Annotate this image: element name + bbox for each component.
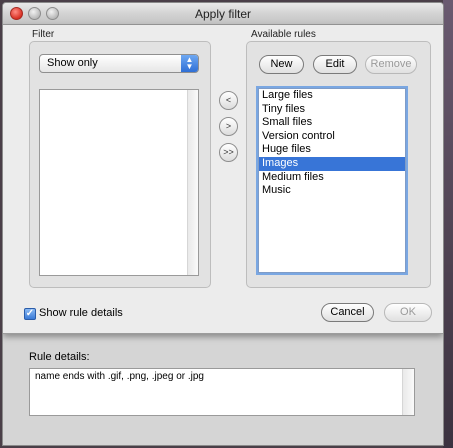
active-rules-scrollbar[interactable] xyxy=(187,90,198,275)
rule-details-label: Rule details: xyxy=(29,351,90,363)
filter-mode-value: Show only xyxy=(47,57,98,69)
cancel-button[interactable]: Cancel xyxy=(321,303,374,322)
available-rules-list[interactable]: Large files Tiny files Small files Version … xyxy=(258,88,406,273)
show-rule-details-checkbox[interactable]: ✓ xyxy=(24,308,36,320)
filter-group-label: Filter xyxy=(32,29,55,40)
minimize-window-button[interactable] xyxy=(28,7,41,20)
rule-item[interactable]: Medium files xyxy=(259,171,405,185)
rule-item[interactable]: Large files xyxy=(259,89,405,103)
filter-mode-select[interactable]: Show only ▲ ▼ xyxy=(39,54,199,73)
rule-item[interactable]: Images xyxy=(259,156,405,171)
rule-details-scrollbar[interactable] xyxy=(402,369,414,415)
rule-details-textbox[interactable]: name ends with .gif, .png, .jpeg or .jpg xyxy=(29,368,415,416)
rule-item[interactable]: Version control xyxy=(259,130,405,144)
title-bar: Apply filter xyxy=(3,3,443,25)
remove-rule-definition-button[interactable]: Remove xyxy=(365,55,417,74)
rule-details-text: name ends with .gif, .png, .jpeg or .jpg xyxy=(35,371,204,382)
available-rules-group-label: Available rules xyxy=(251,29,316,40)
add-rule-button[interactable]: < xyxy=(219,91,238,110)
rule-item[interactable]: Music xyxy=(259,184,405,198)
rule-item[interactable]: Huge files xyxy=(259,143,405,157)
active-rules-list[interactable] xyxy=(39,89,199,276)
desktop-background xyxy=(443,0,453,448)
close-window-button[interactable] xyxy=(10,7,23,20)
window-title: Apply filter xyxy=(194,7,252,21)
rule-details-panel: Rule details: name ends with .gif, .png,… xyxy=(3,334,443,445)
remove-all-rules-button[interactable]: >> xyxy=(219,143,238,162)
show-rule-details-label[interactable]: Show rule details xyxy=(39,307,123,319)
apply-filter-window: Apply filter Filter Show only ▲ ▼ < > >> … xyxy=(2,2,444,446)
zoom-window-button[interactable] xyxy=(46,7,59,20)
rule-item[interactable]: Small files xyxy=(259,116,405,130)
rule-item[interactable]: Tiny files xyxy=(259,103,405,117)
edit-rule-button[interactable]: Edit xyxy=(313,55,357,74)
remove-rule-button[interactable]: > xyxy=(219,117,238,136)
select-arrows-icon: ▲ ▼ xyxy=(181,55,198,72)
ok-button[interactable]: OK xyxy=(384,303,432,322)
filter-sheet: Filter Show only ▲ ▼ < > >> Available rul… xyxy=(3,25,443,334)
new-rule-button[interactable]: New xyxy=(259,55,304,74)
